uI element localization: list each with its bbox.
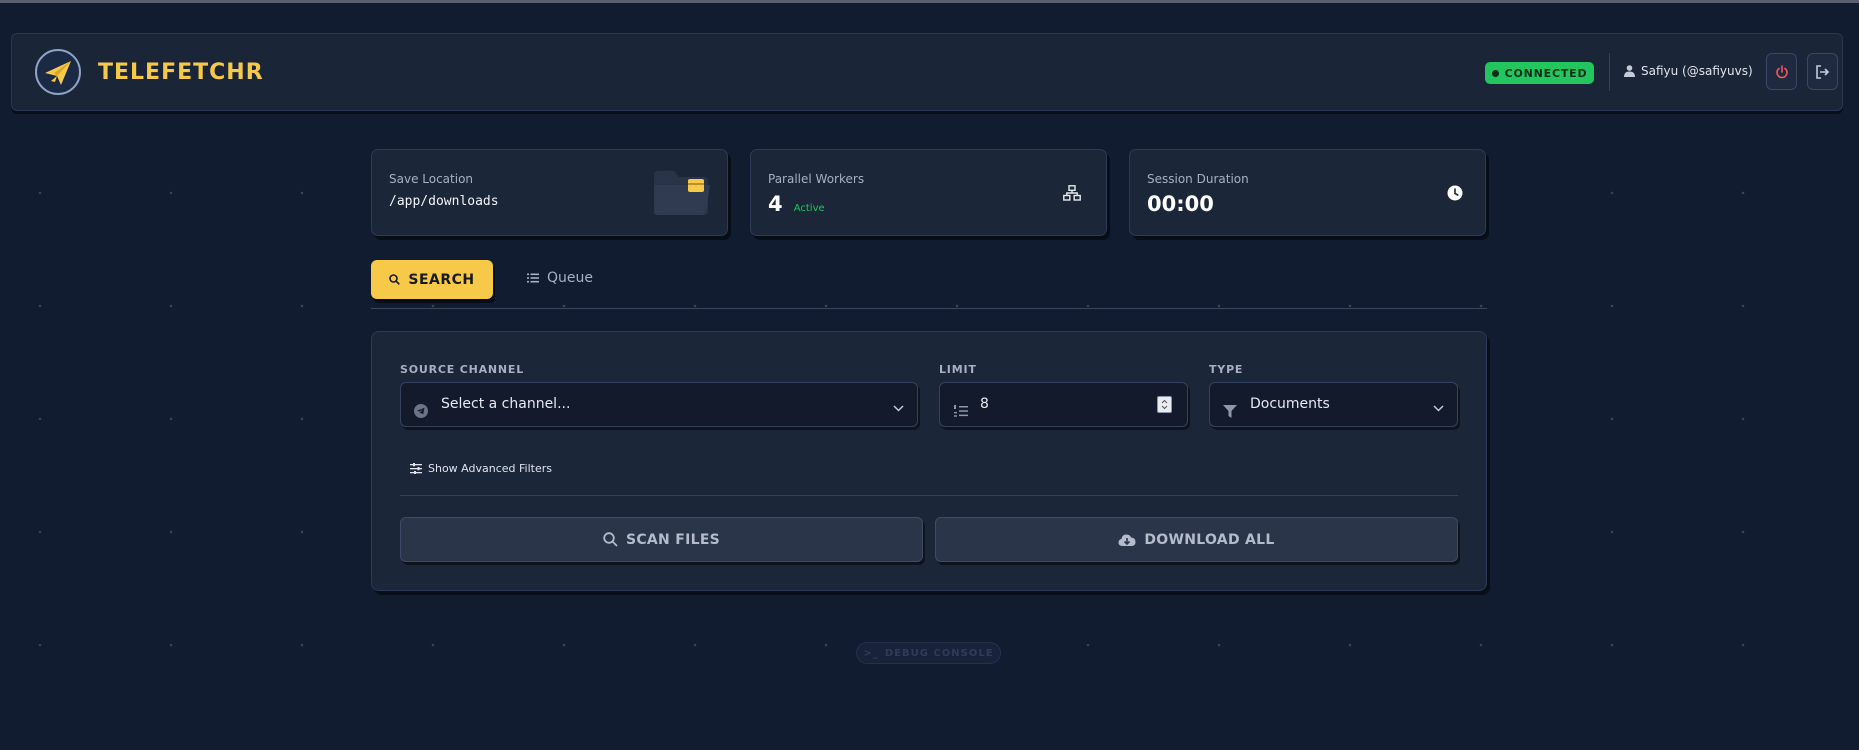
app-header: TELEFETCHR CONNECTED Safiyu (@safiyuvs) xyxy=(11,33,1843,111)
power-button[interactable] xyxy=(1766,53,1797,90)
user-info: Safiyu (@safiyuvs) xyxy=(1624,64,1753,78)
app-title: TELEFETCHR xyxy=(98,60,264,85)
search-icon xyxy=(603,532,618,547)
limit-stepper[interactable] xyxy=(1157,396,1172,413)
folder-icon xyxy=(654,171,710,215)
logout-button[interactable] xyxy=(1807,53,1838,90)
save-location-label: Save Location xyxy=(389,172,474,186)
status-dot-icon xyxy=(1491,69,1499,77)
logout-icon xyxy=(1816,64,1830,79)
parallel-workers-row: 4 Active xyxy=(768,192,825,216)
telegram-icon xyxy=(414,404,428,418)
session-duration-value: 00:00 xyxy=(1147,192,1214,216)
tab-divider xyxy=(371,308,1487,309)
source-channel-select[interactable]: Select a channel... xyxy=(400,382,918,427)
session-duration-label: Session Duration xyxy=(1147,172,1249,186)
scan-files-button[interactable]: SCAN FILES xyxy=(400,517,923,562)
user-name: Safiyu (@safiyuvs) xyxy=(1641,64,1753,78)
limit-label: LIMIT xyxy=(939,363,977,376)
tab-queue-label: Queue xyxy=(547,270,593,286)
type-value: Documents xyxy=(1250,396,1330,412)
limit-value: 8 xyxy=(980,396,989,412)
cloud-download-icon xyxy=(1118,534,1136,546)
debug-console-button[interactable]: >_ DEBUG CONSOLE xyxy=(856,642,1001,664)
network-icon xyxy=(1063,185,1081,201)
terminal-icon: >_ xyxy=(863,647,879,659)
debug-console-label: DEBUG CONSOLE xyxy=(884,647,994,659)
source-channel-label: SOURCE CHANNEL xyxy=(400,363,525,376)
filter-icon xyxy=(1223,405,1237,418)
connection-status-label: CONNECTED xyxy=(1504,66,1588,80)
power-icon xyxy=(1775,64,1788,78)
window-top-border xyxy=(0,0,1859,3)
download-all-label: DOWNLOAD ALL xyxy=(1144,531,1275,548)
parallel-workers-value: 4 xyxy=(768,192,783,216)
scan-files-label: SCAN FILES xyxy=(625,531,721,548)
save-location-card: Save Location /app/downloads xyxy=(371,149,728,236)
app-logo xyxy=(35,49,81,95)
search-icon xyxy=(389,274,401,285)
save-location-value: /app/downloads xyxy=(389,194,499,209)
stepper-arrows-icon xyxy=(1161,399,1168,410)
limit-input[interactable]: 8 xyxy=(939,382,1188,427)
type-select[interactable]: Documents xyxy=(1209,382,1458,427)
advanced-filters-toggle[interactable]: Show Advanced Filters xyxy=(410,462,552,475)
tab-queue[interactable]: Queue xyxy=(527,270,593,286)
workers-status: Active xyxy=(793,203,825,214)
user-icon xyxy=(1624,65,1635,77)
paper-plane-logo-icon xyxy=(45,61,71,85)
download-all-button[interactable]: DOWNLOAD ALL xyxy=(935,517,1458,562)
connection-status-badge: CONNECTED xyxy=(1485,62,1594,84)
chevron-down-icon xyxy=(1433,405,1444,412)
list-icon xyxy=(527,273,539,283)
chevron-down-icon xyxy=(893,405,904,412)
parallel-workers-card: Parallel Workers 4 Active xyxy=(750,149,1107,236)
panel-divider xyxy=(400,495,1458,496)
tab-search-label: SEARCH xyxy=(408,271,475,288)
tab-search[interactable]: SEARCH xyxy=(371,260,493,299)
type-label: TYPE xyxy=(1209,363,1244,376)
clock-icon xyxy=(1447,185,1463,201)
advanced-filters-label: Show Advanced Filters xyxy=(428,462,552,475)
source-channel-value: Select a channel... xyxy=(441,396,571,412)
parallel-workers-label: Parallel Workers xyxy=(768,172,865,186)
ordered-list-icon xyxy=(954,405,968,417)
header-divider xyxy=(1609,53,1610,91)
session-duration-card: Session Duration 00:00 xyxy=(1129,149,1486,236)
sliders-icon xyxy=(410,463,422,474)
search-panel: SOURCE CHANNEL Select a channel... LIMIT… xyxy=(371,331,1487,591)
